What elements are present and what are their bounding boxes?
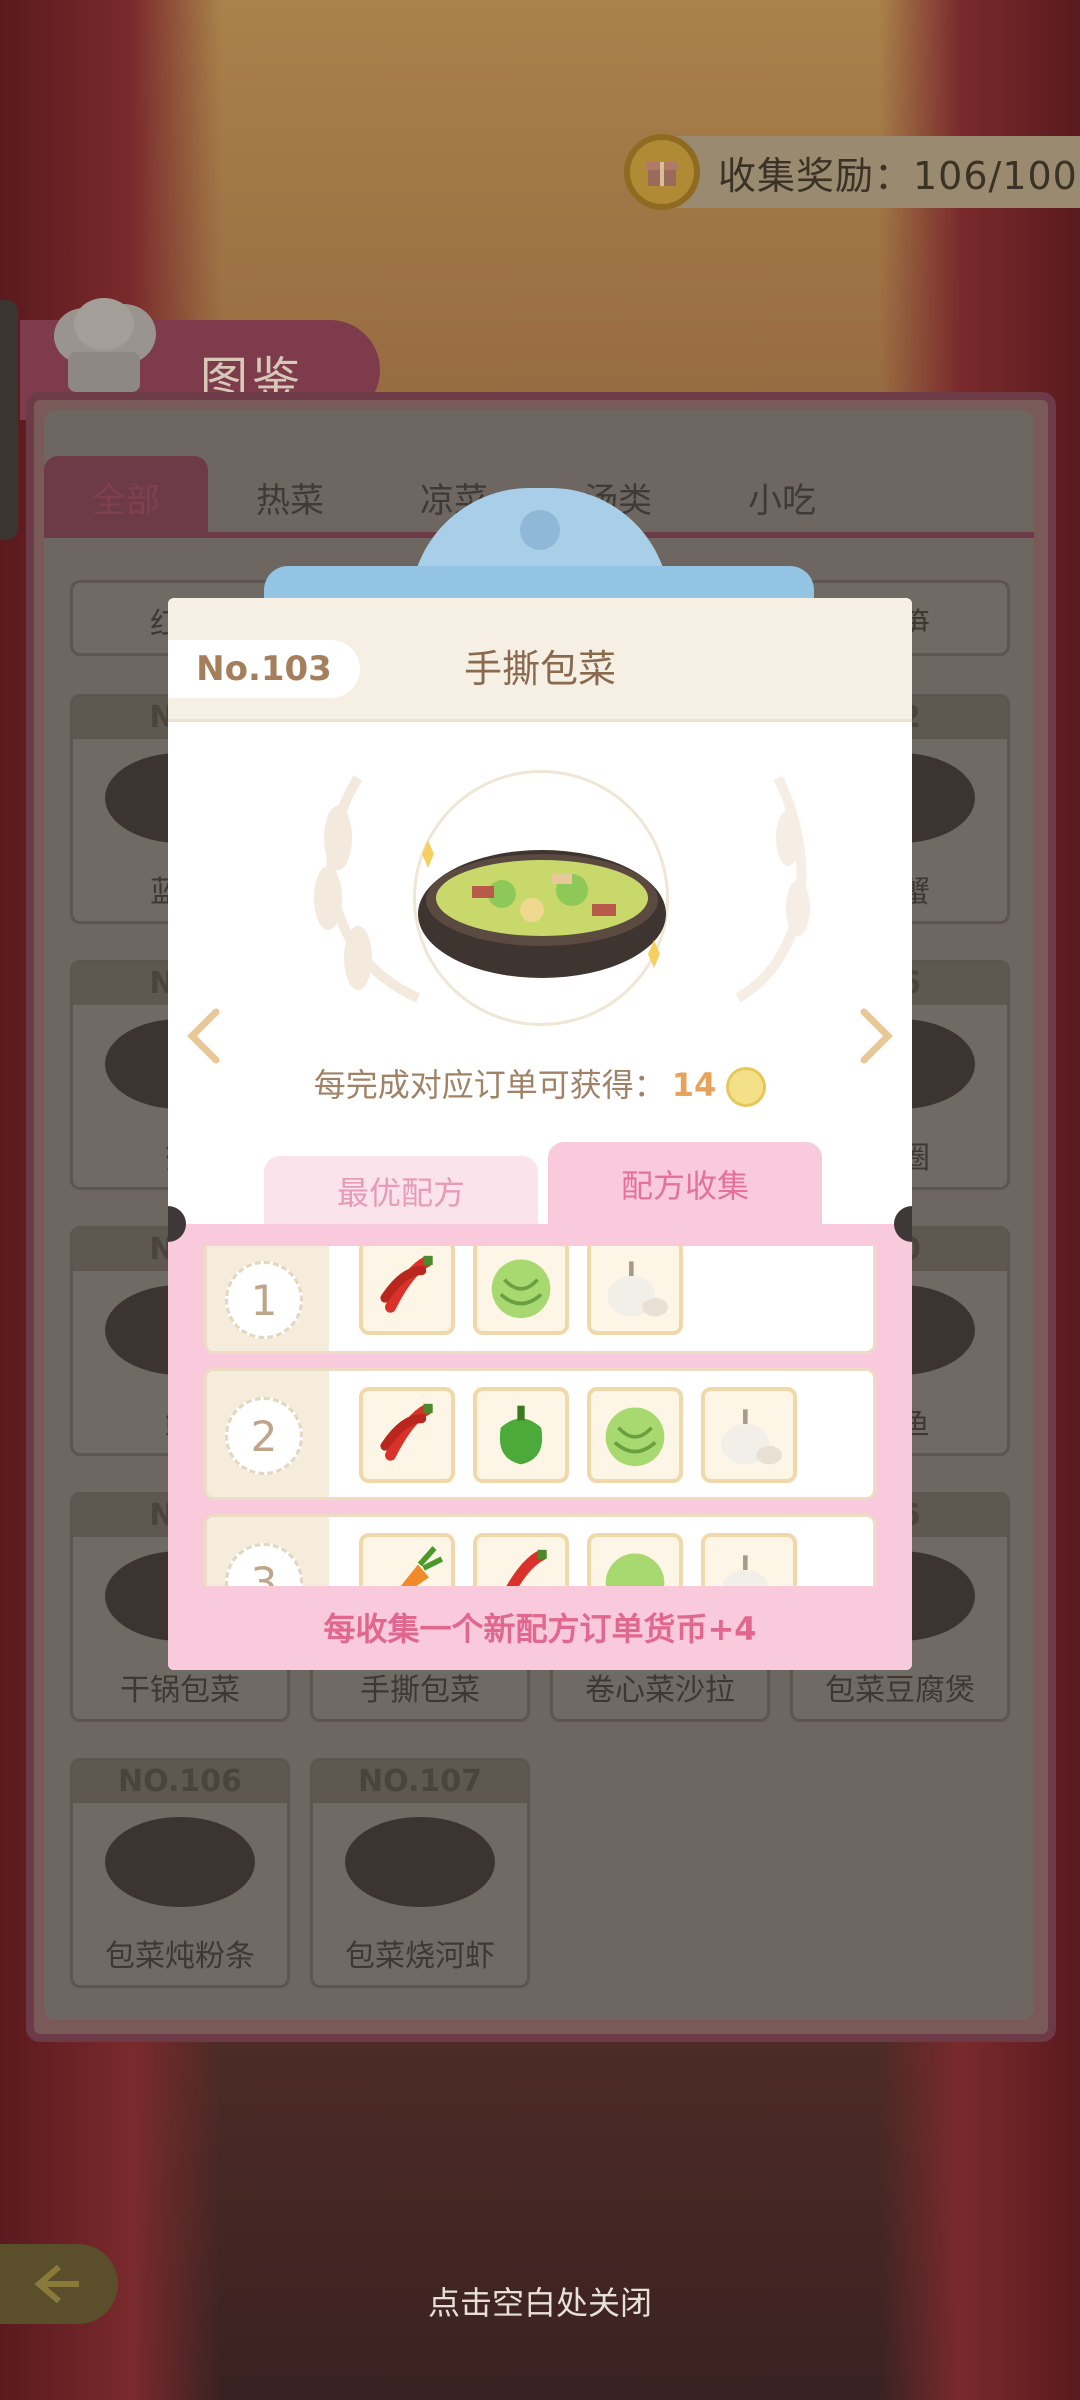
popup-header: No.103 手撕包菜	[168, 598, 912, 722]
dish-card-number: NO.107	[313, 1761, 527, 1803]
green-pepper-icon	[473, 1387, 569, 1483]
order-reward-line: 每完成对应订单可获得： 14	[168, 1060, 912, 1107]
dish-card-name: 包菜炖粉条	[105, 1939, 255, 1974]
dish-card-name: 干锅包菜	[120, 1673, 240, 1708]
dish-title: 手撕包菜	[463, 647, 616, 691]
dish-image	[105, 1817, 255, 1907]
tab-hot-dishes[interactable]: 热菜	[208, 456, 372, 538]
coin-icon	[726, 1067, 767, 1107]
close-hint[interactable]: 点击空白处关闭	[0, 2278, 1080, 2324]
dish-card-name: 包菜烧河虾	[345, 1939, 495, 1974]
recipe-collection-note: 每收集一个新配方订单货币+4	[168, 1588, 912, 1670]
dish-card[interactable]: NO.107 包菜烧河虾	[310, 1758, 530, 1988]
side-drawer-handle[interactable]	[0, 300, 18, 540]
stir-fried-cabbage-image	[418, 840, 666, 978]
recipe-row[interactable]: 2	[204, 1368, 876, 1500]
dish-card-number: NO.106	[73, 1761, 287, 1803]
garlic-icon	[701, 1533, 797, 1586]
tab-best-recipe[interactable]: 最优配方	[264, 1156, 538, 1226]
recipe-index: 1	[225, 1261, 303, 1339]
previous-arrow-icon[interactable]	[184, 1006, 224, 1066]
cabbage-icon	[587, 1533, 683, 1586]
gift-icon[interactable]	[624, 134, 700, 210]
tab-snacks[interactable]: 小吃	[700, 456, 864, 538]
chili-icon	[473, 1533, 569, 1586]
carrot-icon	[359, 1533, 455, 1586]
cabbage-icon	[473, 1246, 569, 1335]
garlic-icon	[587, 1246, 683, 1335]
next-arrow-icon[interactable]	[856, 1006, 896, 1066]
dish-card[interactable]: NO.106 包菜炖粉条	[70, 1758, 290, 1988]
recipe-row[interactable]: 1	[204, 1246, 876, 1354]
tab-recipe-collection[interactable]: 配方收集	[548, 1142, 822, 1226]
dish-card-name: 包菜豆腐煲	[825, 1673, 975, 1708]
dish-card-name: 手撕包菜	[360, 1673, 480, 1708]
recipe-row[interactable]: 3	[204, 1514, 876, 1586]
collection-reward-label: 收集奖励：106/100	[718, 153, 1078, 198]
chef-hat-icon	[54, 298, 156, 392]
cabbage-icon	[587, 1387, 683, 1483]
order-reward-text: 每完成对应订单可获得：	[313, 1066, 666, 1104]
clip-dot	[520, 510, 560, 550]
dish-image	[345, 1817, 495, 1907]
recipe-list[interactable]: 1 2 3	[204, 1246, 876, 1586]
dish-card-name: 卷心菜沙拉	[585, 1673, 735, 1708]
garlic-icon	[701, 1387, 797, 1483]
tab-all[interactable]: 全部	[44, 456, 208, 538]
recipe-index: 2	[225, 1397, 303, 1475]
order-reward-value: 14	[671, 1066, 717, 1104]
dish-detail-popup: No.103 手撕包菜 每完成对应订单可获得： 14 最优配方 配方收集 1 2…	[168, 598, 912, 1670]
chili-icon	[359, 1387, 455, 1483]
chili-icon	[359, 1246, 455, 1335]
laurel-right-icon	[735, 775, 810, 1003]
collection-reward-bar[interactable]: 收集奖励：106/100	[624, 134, 1080, 210]
